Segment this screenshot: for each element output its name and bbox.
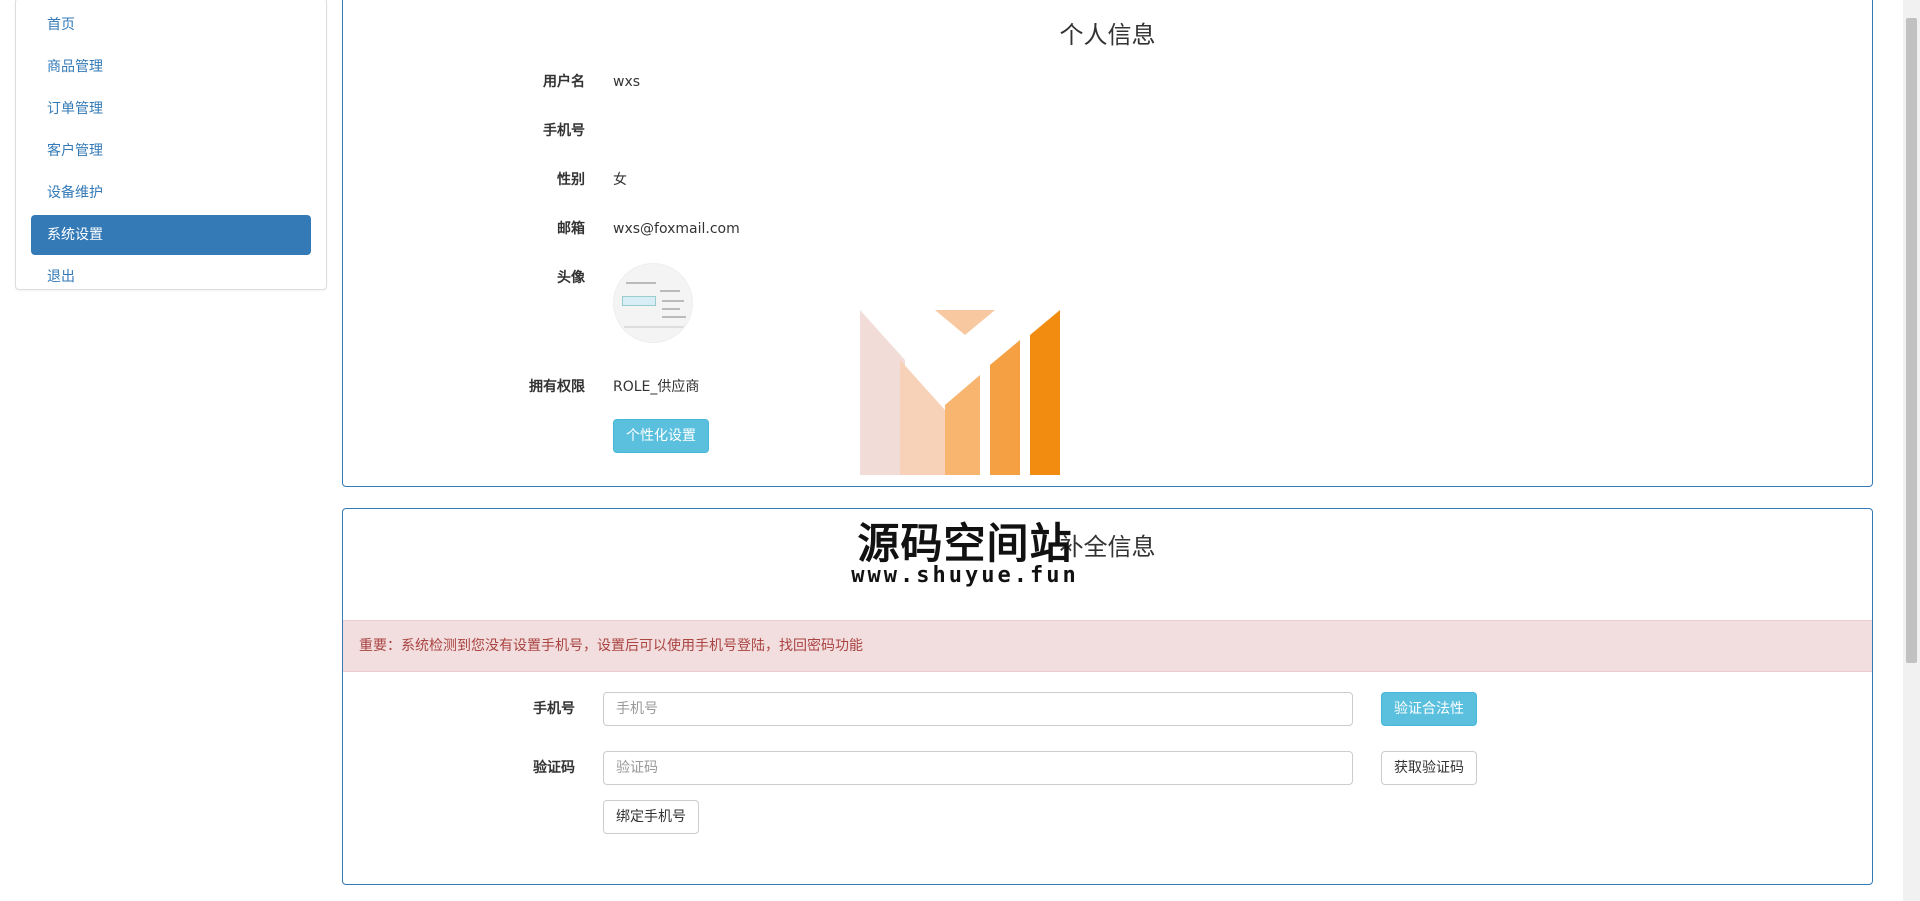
- avatar-thumb-line: [662, 308, 680, 310]
- avatar-thumb-line: [624, 326, 684, 328]
- avatar-thumb-line: [626, 282, 656, 284]
- sidebar-item-home[interactable]: 首页: [31, 5, 311, 45]
- sidebar-item-customers[interactable]: 客户管理: [31, 131, 311, 171]
- complete-info-title: 补全信息: [1059, 533, 1156, 561]
- personalize-button[interactable]: 个性化设置: [613, 419, 709, 453]
- sidebar-item-orders[interactable]: 订单管理: [31, 89, 311, 129]
- role-label: 拥有权限: [529, 379, 585, 395]
- username-value: wxs: [613, 74, 641, 90]
- role-row: 拥有权限 ROLE_供应商: [343, 372, 1872, 402]
- avatar-row: 头像: [343, 263, 1872, 343]
- avatar-thumb-line: [662, 300, 684, 302]
- phone-missing-alert: 重要：系统检测到您没有设置手机号，设置后可以使用手机号登陆，找回密码功能: [343, 620, 1872, 672]
- sidebar-item-logout[interactable]: 退出: [31, 257, 311, 297]
- profile-panel: 个人信息 用户名 wxs 手机号 性别 女 邮箱 wxs@foxmail.com…: [342, 0, 1873, 487]
- gender-label: 性别: [557, 172, 585, 188]
- phone-input[interactable]: [603, 692, 1353, 726]
- phone-label: 手机号: [543, 123, 585, 139]
- avatar-thumb-line: [662, 316, 686, 318]
- profile-title: 个人信息: [1059, 21, 1156, 49]
- email-value: wxs@foxmail.com: [613, 221, 740, 237]
- username-row: 用户名 wxs: [343, 67, 1872, 97]
- avatar-label: 头像: [557, 270, 585, 286]
- role-value: ROLE_供应商: [613, 379, 700, 395]
- avatar-thumb-line: [660, 290, 680, 292]
- get-code-button[interactable]: 获取验证码: [1381, 751, 1477, 785]
- avatar-thumb-box: [622, 296, 656, 306]
- code-input-label: 验证码: [533, 760, 575, 776]
- email-label: 邮箱: [557, 221, 585, 237]
- gender-row: 性别 女: [343, 165, 1872, 195]
- username-label: 用户名: [543, 74, 585, 90]
- phone-input-label: 手机号: [533, 701, 575, 717]
- bind-phone-button[interactable]: 绑定手机号: [603, 800, 699, 834]
- code-input[interactable]: [603, 751, 1353, 785]
- validate-button[interactable]: 验证合法性: [1381, 692, 1477, 726]
- scrollbar-thumb[interactable]: [1906, 18, 1917, 663]
- vertical-scrollbar[interactable]: [1903, 0, 1920, 901]
- page: 首页 商品管理 订单管理 客户管理 设备维护 系统设置 退出 个人信息 用户名 …: [0, 0, 1920, 901]
- sidebar-item-settings[interactable]: 系统设置: [31, 215, 311, 255]
- phone-row: 手机号: [343, 116, 1872, 146]
- avatar[interactable]: [613, 263, 693, 343]
- sidebar-item-products[interactable]: 商品管理: [31, 47, 311, 87]
- gender-value: 女: [613, 172, 627, 188]
- complete-info-panel: 补全信息 重要：系统检测到您没有设置手机号，设置后可以使用手机号登陆，找回密码功…: [342, 508, 1873, 885]
- sidebar-item-devices[interactable]: 设备维护: [31, 173, 311, 213]
- email-row: 邮箱 wxs@foxmail.com: [343, 214, 1872, 244]
- sidebar-nav: 首页 商品管理 订单管理 客户管理 设备维护 系统设置 退出: [15, 0, 327, 290]
